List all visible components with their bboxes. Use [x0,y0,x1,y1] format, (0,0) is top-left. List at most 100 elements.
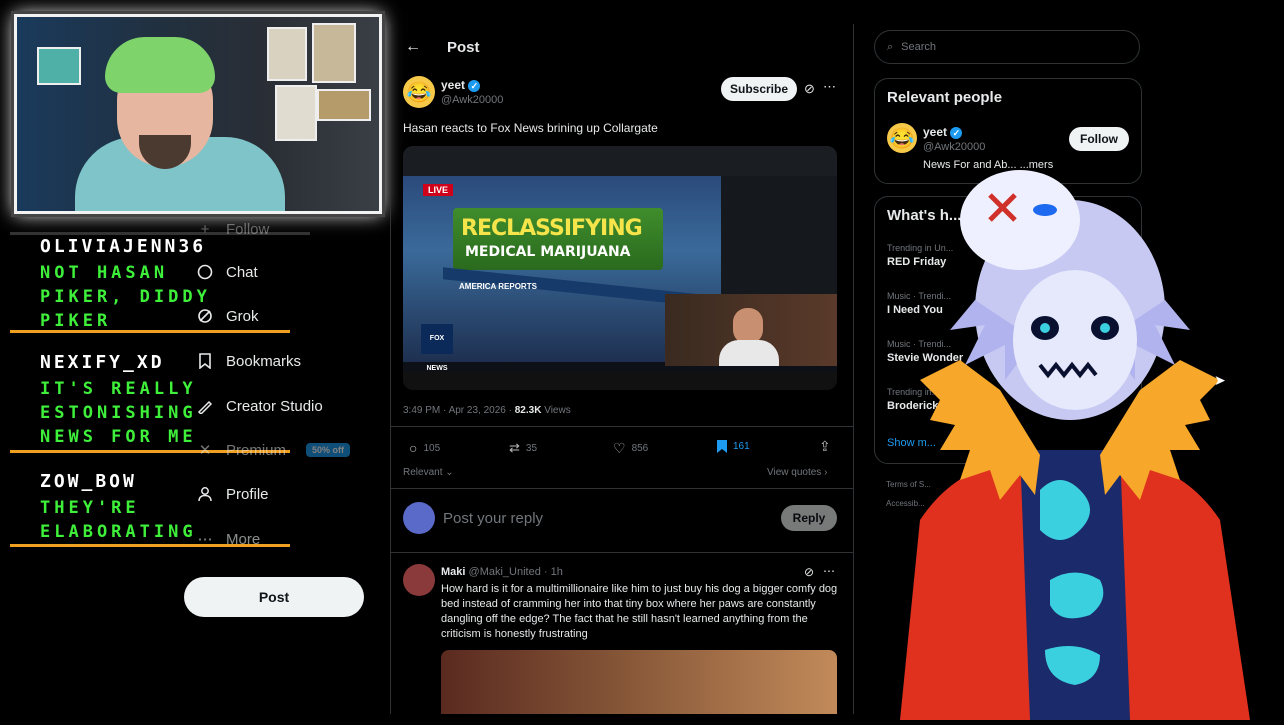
reply-action[interactable]: ○ 105 [409,440,440,456]
search-icon: ⌕ [887,40,894,53]
news-banner-subtitle: MEDICAL MARIJUANA [465,244,631,260]
grok-icon[interactable]: ⊘ [804,81,815,97]
sidebar-item-bookmarks[interactable]: Bookmarks [196,352,301,370]
chat-username: NEXIFY_XD [40,352,165,373]
page-title: Post [447,39,480,56]
sidebar-item-label: Bookmarks [226,352,302,370]
author-name[interactable]: yeet ✓ [441,78,481,92]
streamer-webcam [14,14,382,214]
post-button[interactable]: Post [184,577,364,617]
share-icon[interactable]: ⇪ [819,438,831,455]
reply-author-handle: @Maki_United [468,566,541,578]
bookmark-action[interactable]: 161 [717,440,750,453]
chat-message-1: OLIVIAJENN36 NOT HASAN PIKER, DIDDY PIKE… [40,236,211,333]
verified-badge-icon: ✓ [468,79,481,92]
main-column: ← Post 😂 yeet ✓ @Awk20000 Subscribe ⊘ ⋯ … [390,24,854,714]
vtuber-avatar [880,160,1260,720]
reply-text: How hard is it for a multimillionaire li… [441,583,838,640]
premium-badge: 50% off [306,443,351,457]
search-input[interactable]: Search [901,41,936,53]
heart-icon: ♡ [613,440,626,456]
sidebar-item-more[interactable]: ⋯ More [196,530,261,549]
person-name[interactable]: yeet ✓ [923,125,963,139]
post-timestamp: 3:49 PM · Apr 23, 2026 · 82.3K Views [403,405,571,416]
views-label: Views [541,405,571,416]
repost-count: 35 [525,442,538,454]
chat-text-line: ELABORATING [40,522,197,542]
sidebar-item-label: Chat [226,263,258,281]
person-avatar[interactable]: 😂 [887,123,917,153]
subscribe-button[interactable]: Subscribe [721,77,797,101]
chat-text-line: PIKER, DIDDY [40,287,211,307]
view-quotes-link[interactable]: View quotes › [767,467,827,478]
chat-message-3: ZOW_BOW THEY'RE ELABORATING [40,471,197,544]
chat-text-line: NEWS FOR ME [40,427,197,447]
panel-title: Relevant people [887,89,1003,106]
reply-media[interactable] [441,650,837,714]
chat-text: IT'S REALLY ESTONISHING NEWS FOR ME [40,377,197,449]
timestamp-text: 3:49 PM · Apr 23, 2026 · [403,405,515,416]
sidebar-item-label: Follow [226,220,270,238]
bookmark-icon [196,352,214,370]
repost-action[interactable]: ⇄ 35 [509,440,537,456]
chat-text-line: NOT HASAN [40,263,169,283]
chat-text: NOT HASAN PIKER, DIDDY PIKER [40,261,211,333]
chat-text: THEY'RE ELABORATING [40,496,197,544]
views-count: 82.3K [514,405,542,416]
back-arrow-icon[interactable]: ← [405,38,421,56]
post-video[interactable]: RECLASSIFYING MEDICAL MARIJUANA LIVE AME… [403,146,837,390]
fox-news-logo: FOX NEWS [421,324,453,372]
bookmark-filled-icon [717,440,727,453]
chat-text-line: ESTONISHING [40,403,197,423]
person-handle[interactable]: @Awk20000 [923,141,985,153]
repost-icon: ⇄ [509,440,520,455]
like-action[interactable]: ♡ 856 [613,440,648,457]
follow-button[interactable]: Follow [1069,127,1129,151]
chat-text-line: THEY'RE [40,498,140,518]
grok-icon[interactable]: ⊘ [804,565,814,579]
follow-icon: + [200,220,210,238]
chat-message-2: NEXIFY_XD IT'S REALLY ESTONISHING NEWS F… [40,352,197,449]
reply-author-avatar[interactable] [403,564,435,596]
like-count: 856 [631,443,649,454]
sidebar-item-label: Premium [226,441,287,459]
author-handle[interactable]: @Awk20000 [441,94,503,106]
sidebar-item-label: Profile [226,485,269,503]
grok-icon [196,307,214,325]
sidebar-item-label: Creator Studio [226,397,323,415]
sidebar-item-creator-studio[interactable]: Creator Studio [196,397,323,415]
lower-third-text: AMERICA REPORTS [459,282,537,291]
mouse-cursor-icon: ➤ [1214,372,1226,388]
chat-text-line: IT'S REALLY [40,379,197,399]
sidebar-item-label: Grok [226,307,259,325]
chat-icon [196,263,214,281]
relevant-sort[interactable]: Relevant ⌄ [403,467,454,478]
x-icon: ✕ [198,442,212,459]
profile-icon [196,485,214,503]
sidebar-item-premium[interactable]: ✕ Premium 50% off [196,441,351,459]
chat-username: ZOW_BOW [40,471,137,492]
creator-studio-icon [196,397,214,415]
more-options-icon[interactable]: ⋯ [823,564,835,578]
live-badge: LIVE [423,184,454,196]
more-icon: ⋯ [197,531,213,548]
sidebar-item-label: More [226,530,261,548]
bookmark-count: 161 [733,441,750,452]
verified-badge-icon: ✓ [950,126,963,139]
chat-divider [10,330,290,333]
reply-author[interactable]: Maki @Maki_United · 1h [441,566,563,578]
author-avatar[interactable]: 😂 [403,76,435,108]
sidebar-item-grok[interactable]: Grok [196,307,259,325]
reply-icon: ○ [409,440,418,456]
sidebar-item-profile[interactable]: Profile [196,485,269,503]
sidebar-item-follow[interactable]: + Follow [196,220,270,238]
sidebar-item-chat[interactable]: Chat [196,263,258,281]
post-text: Hasan reacts to Fox News brining up Coll… [403,121,658,135]
reply-input[interactable]: Post your reply [443,510,543,527]
reply-button[interactable]: Reply [781,505,837,531]
more-options-icon[interactable]: ⋯ [823,79,836,95]
user-avatar[interactable] [403,502,435,534]
reply-count: 105 [423,442,441,454]
search-bar[interactable]: ⌕ Search [874,30,1140,64]
reply-author-name: Maki [441,566,466,578]
